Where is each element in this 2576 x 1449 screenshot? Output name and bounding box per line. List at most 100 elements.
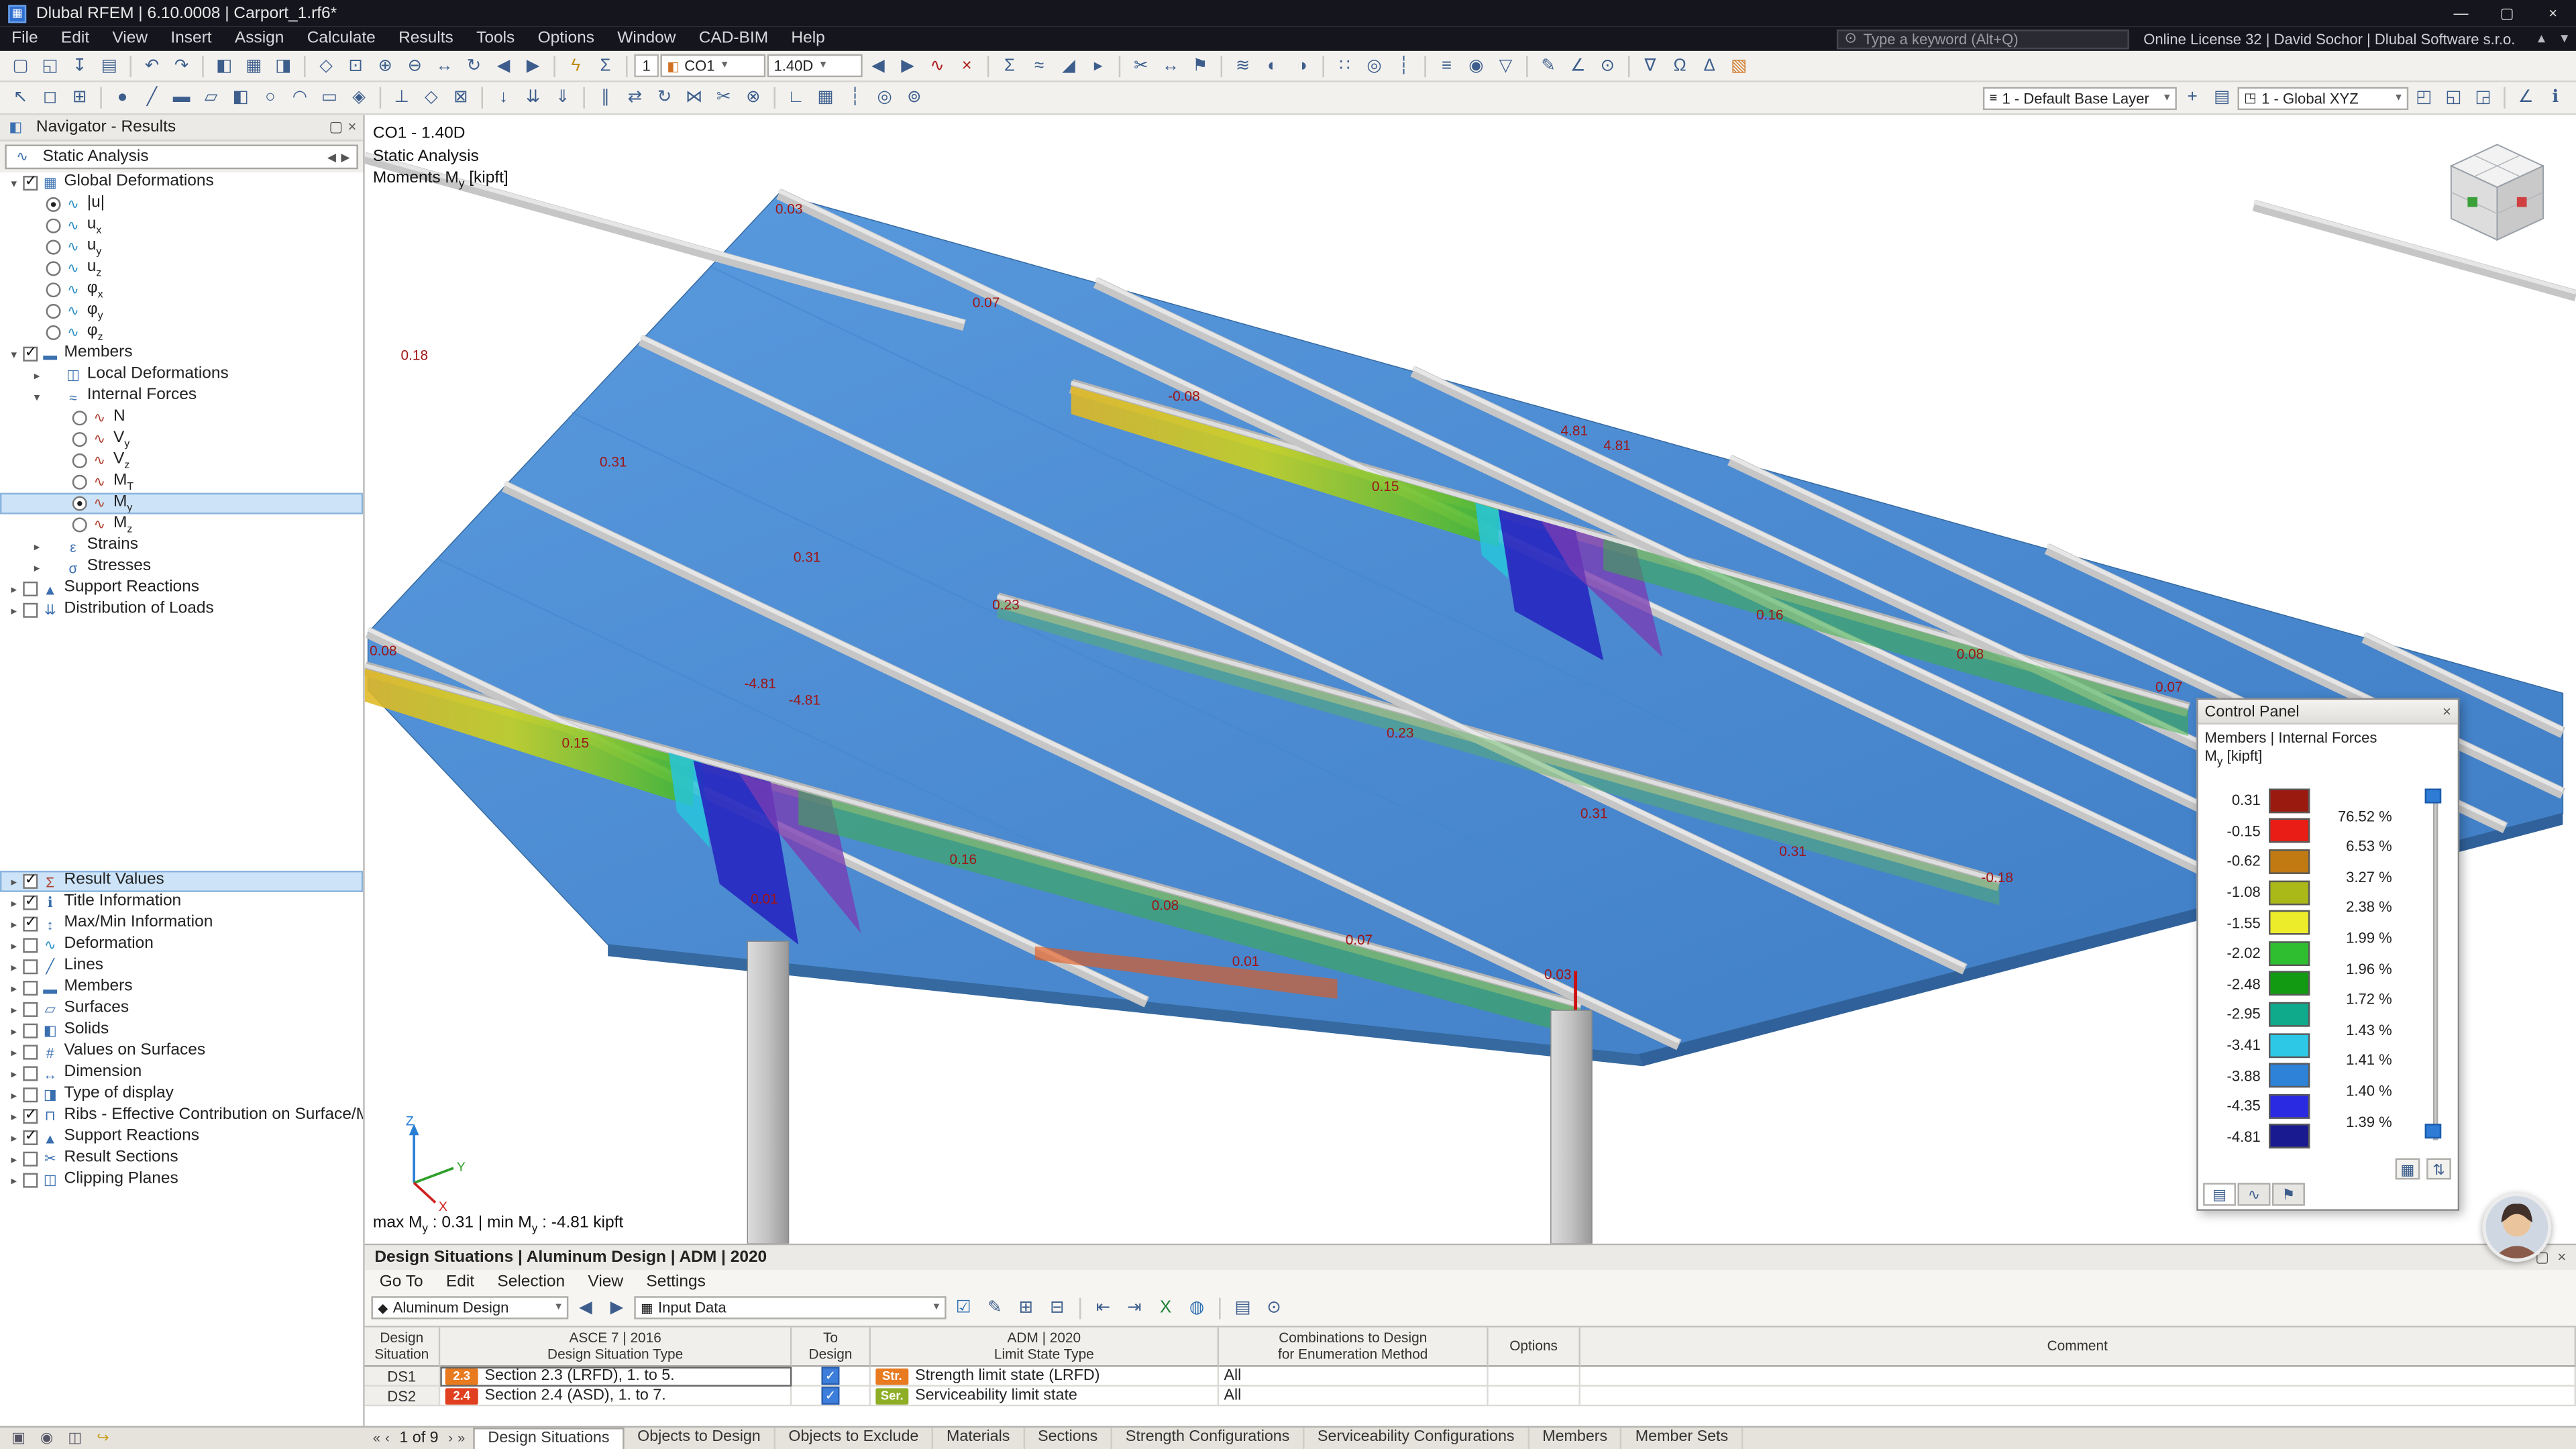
last-page-icon[interactable]: » (458, 1431, 465, 1446)
toolbar-icon[interactable]: ◨ (270, 54, 298, 78)
tree-item[interactable]: ∿ My (0, 493, 363, 515)
toolbar-icon[interactable]: ◠ (286, 85, 314, 110)
scale-slider-handle-min[interactable] (2425, 1124, 2441, 1138)
tree-checkbox[interactable] (23, 1109, 38, 1124)
toolbar-icon[interactable]: ▢ (7, 54, 35, 78)
tree-checkbox[interactable] (23, 896, 38, 910)
panel-menu-item[interactable]: View (576, 1273, 635, 1291)
load-factor-combo[interactable]: 1.40D▼ (767, 54, 863, 77)
tree-item[interactable]: ▸ ⇊ Distribution of Loads (0, 600, 363, 621)
table-toolbar-icon[interactable]: ☑ (950, 1295, 978, 1320)
toolbar-icon[interactable] (1322, 55, 1324, 76)
expander-icon[interactable]: ▸ (7, 1152, 21, 1166)
tree-item[interactable]: ▸ ◫ Local Deformations (0, 365, 363, 386)
expander-icon[interactable]: ▸ (7, 1003, 21, 1016)
toolbar-icon[interactable]: ⇄ (621, 85, 649, 110)
toolbar-icon[interactable]: ⊥ (388, 85, 416, 110)
toolbar-icon[interactable]: ◲ (2469, 85, 2498, 110)
toolbar-icon[interactable] (1628, 55, 1629, 76)
toolbar-icon[interactable]: ≈ (1025, 54, 1053, 78)
control-panel-tab[interactable]: ⚑ (2272, 1183, 2305, 1205)
toolbar-icon[interactable]: ∟ (782, 85, 810, 110)
tree-checkbox[interactable] (46, 304, 61, 319)
toolbar-icon[interactable]: ∥ (592, 85, 620, 110)
table-tab[interactable]: Materials (933, 1428, 1024, 1449)
expander-icon[interactable]: ▾ (30, 390, 44, 404)
tree-item[interactable]: ▸ ╱ Lines (0, 956, 363, 977)
toolbar-icon[interactable]: ⊠ (447, 85, 475, 110)
toolbar-icon[interactable]: ◈ (345, 85, 373, 110)
control-panel-button[interactable]: ▦ (2396, 1159, 2420, 1180)
expander-icon[interactable]: ▸ (7, 1110, 21, 1123)
module-combo[interactable]: ◆ Aluminum Design▼ (371, 1296, 568, 1319)
tree-checkbox[interactable] (23, 603, 38, 618)
tree-item[interactable]: ▸ ↔ Dimension (0, 1063, 363, 1084)
toolbar-icon[interactable] (2504, 87, 2505, 109)
toolbar-icon[interactable]: ◐ (1258, 54, 1287, 78)
toolbar-icon[interactable]: ◑ (1288, 54, 1316, 78)
table-toolbar-icon[interactable] (1219, 1297, 1220, 1318)
toolbar-icon[interactable]: ▸ (1084, 54, 1112, 78)
table-view-combo[interactable]: ▦ Input Data▼ (634, 1296, 946, 1319)
menu-item[interactable]: Window (606, 26, 687, 51)
toolbar-icon[interactable]: ∷ (1331, 54, 1359, 78)
tree-checkbox[interactable] (72, 475, 87, 490)
panel-menu-item[interactable]: Settings (635, 1273, 717, 1291)
toolbar-icon[interactable] (482, 87, 483, 109)
combinations-cell[interactable]: All (1219, 1387, 1489, 1406)
control-panel-button[interactable]: ⇅ (2426, 1159, 2451, 1180)
tree-checkbox[interactable] (23, 582, 38, 596)
toolbar-icon[interactable]: ↶ (138, 54, 166, 78)
tree-item[interactable]: ∿ N (0, 407, 363, 429)
toolbar-icon[interactable]: ◧ (227, 85, 255, 110)
toolbar-icon[interactable]: ┆ (841, 85, 869, 110)
menu-item[interactable]: CAD-BIM (688, 26, 780, 51)
coordinate-system-combo[interactable]: ◳ 1 - Global XYZ▼ (2238, 87, 2409, 109)
previous-page-icon[interactable]: ‹ (385, 1431, 390, 1446)
table-toolbar-icon[interactable]: X (1152, 1295, 1180, 1320)
keyword-search-input[interactable]: ⊙ Type a keyword (Alt+Q) (1836, 29, 2129, 48)
tree-item[interactable]: ▸ ◧ Solids (0, 1020, 363, 1042)
tree-item[interactable]: ▸ ◫ Clipping Planes (0, 1170, 363, 1191)
row-header-cell[interactable]: DS1 (365, 1367, 441, 1387)
tree-item[interactable]: ∿ φy (0, 301, 363, 322)
toolbar-icon[interactable]: ↧ (66, 54, 94, 78)
table-toolbar-icon[interactable]: ⊟ (1043, 1295, 1071, 1320)
tree-item[interactable]: ▸ ε Strains (0, 535, 363, 557)
toolbar-icon[interactable] (1119, 55, 1120, 76)
toolbar-icon[interactable]: ◎ (1360, 54, 1389, 78)
toolbar-icon[interactable]: ▬ (168, 85, 196, 110)
toolbar-icon[interactable]: ✎ (1534, 54, 1562, 78)
toolbar-icon[interactable]: ◇ (312, 54, 340, 78)
tree-item[interactable]: ∿ |u| (0, 194, 363, 215)
toolbar-icon[interactable]: ◇ (417, 85, 445, 110)
toolbar-icon[interactable]: ⊕ (371, 54, 399, 78)
toolbar-icon[interactable]: ┆ (1390, 54, 1418, 78)
toolbar-icon[interactable]: ⊙ (1594, 54, 1622, 78)
expander-icon[interactable]: ▸ (7, 960, 21, 973)
status-icon[interactable]: ▣ (11, 1430, 25, 1448)
comment-cell[interactable] (1580, 1367, 2576, 1387)
panel-menu-item[interactable]: Go To (368, 1273, 435, 1291)
table-tab[interactable]: Objects to Exclude (775, 1428, 934, 1449)
toolbar-icon[interactable]: ↻ (651, 85, 679, 110)
menu-item[interactable]: Insert (159, 26, 223, 51)
navigator-titlebar-icon[interactable]: × (348, 118, 357, 136)
load-case-nav-icon[interactable]: ◀ (864, 54, 892, 78)
tree-checkbox[interactable] (23, 938, 38, 953)
control-panel-tab[interactable]: ▤ (2203, 1183, 2236, 1205)
tree-checkbox[interactable] (23, 1066, 38, 1081)
toolbar-icon[interactable]: Δ (1695, 54, 1723, 78)
tree-item[interactable]: ∿ uy (0, 237, 363, 258)
menubar-icon[interactable]: ▾ (2553, 30, 2576, 48)
tree-checkbox[interactable] (46, 261, 61, 276)
previous-analysis-icon[interactable]: ◀ (327, 150, 336, 164)
user-avatar[interactable] (2482, 1193, 2551, 1262)
table-tab[interactable]: Member Sets (1622, 1428, 1743, 1449)
toolbar-icon[interactable]: + (2178, 85, 2206, 110)
toolbar-icon[interactable]: ◎ (871, 85, 899, 110)
tree-item[interactable]: ∿ uz (0, 258, 363, 279)
tree-item[interactable]: ∿ Vy (0, 429, 363, 450)
toolbar-icon[interactable] (626, 55, 627, 76)
toolbar-icon[interactable]: ◰ (2410, 85, 2438, 110)
